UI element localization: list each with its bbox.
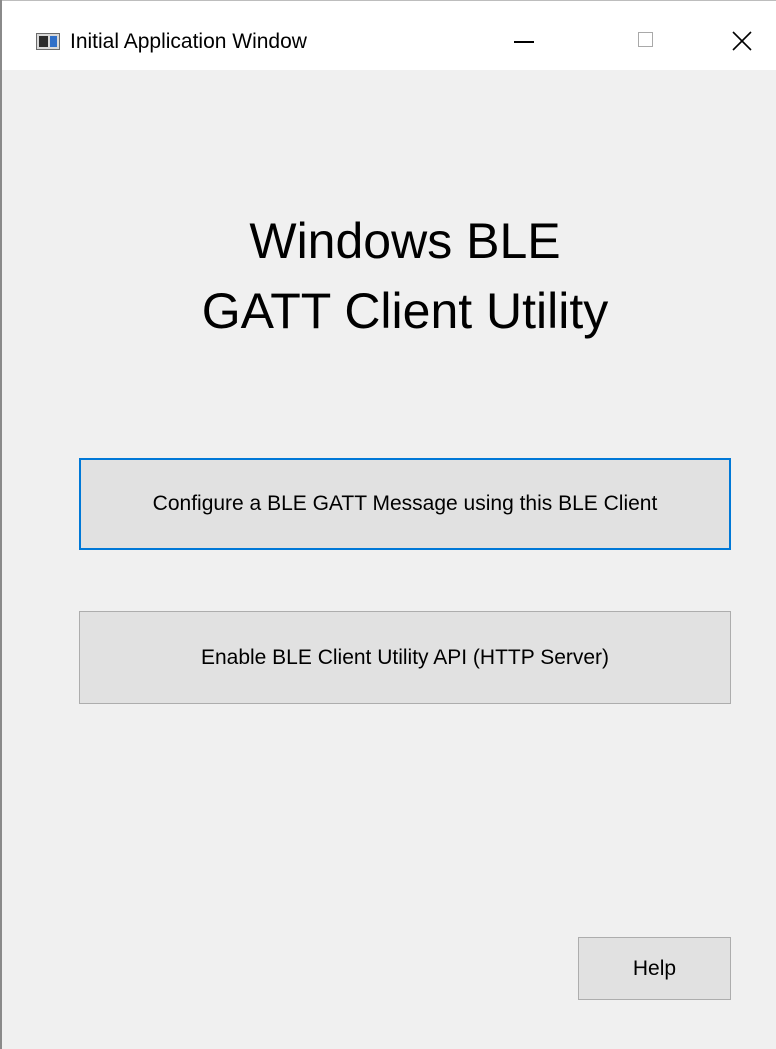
help-button[interactable]: Help	[578, 937, 731, 1000]
application-window-icon[interactable]	[36, 33, 60, 50]
configure-gatt-message-button[interactable]: Configure a BLE GATT Message using this …	[79, 458, 731, 550]
page-title: Windows BLE GATT Client Utility	[2, 206, 776, 346]
close-icon	[732, 31, 752, 51]
minimize-button[interactable]	[506, 19, 550, 63]
application-window: Initial Application Window Windows BLE G…	[0, 0, 776, 1049]
maximize-button[interactable]	[624, 19, 668, 63]
page-title-line-2: GATT Client Utility	[201, 283, 609, 339]
enable-api-button[interactable]: Enable BLE Client Utility API (HTTP Serv…	[79, 611, 731, 704]
close-button[interactable]	[720, 19, 764, 63]
title-bar[interactable]: Initial Application Window	[2, 0, 776, 70]
maximize-icon	[638, 32, 653, 47]
page-title-line-1: Windows BLE	[249, 213, 561, 269]
minimize-icon	[514, 41, 534, 43]
window-title: Initial Application Window	[70, 30, 307, 53]
